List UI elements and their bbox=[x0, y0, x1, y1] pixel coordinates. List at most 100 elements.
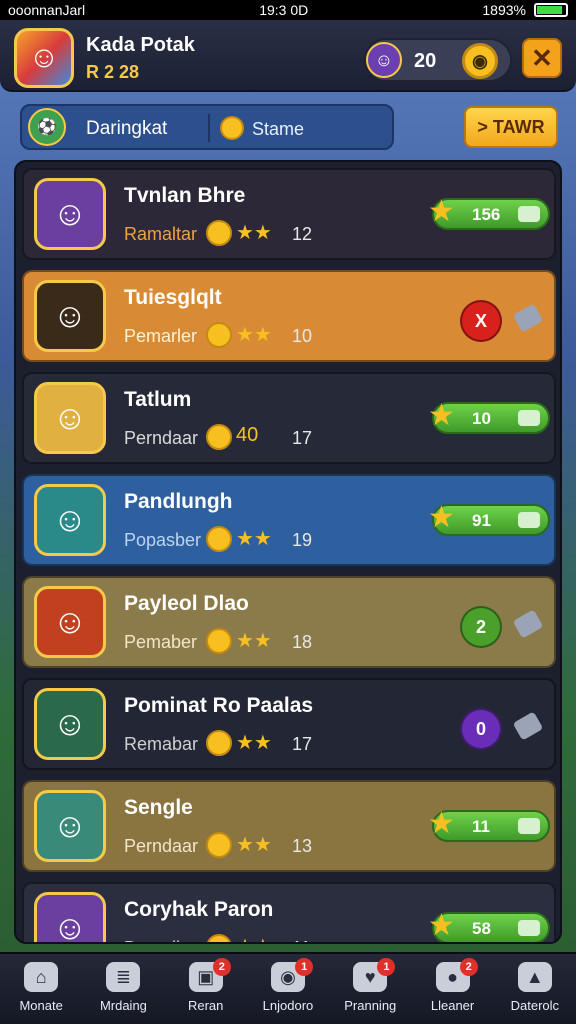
player-role: Pemarler bbox=[124, 326, 198, 346]
star-rating: ★★ bbox=[236, 324, 272, 346]
filter-bar[interactable]: ⚽ Daringkat Stame bbox=[20, 104, 394, 150]
coin-badge-icon bbox=[206, 424, 232, 450]
nav-item-daterolc[interactable]: ▲ Daterolc bbox=[494, 954, 576, 1024]
player-level: 17 bbox=[292, 734, 313, 754]
score-value: 156 bbox=[472, 205, 501, 224]
star-rating: ★★ bbox=[236, 732, 272, 754]
nav-label: Monate bbox=[19, 998, 63, 1013]
battery-fill bbox=[536, 6, 563, 14]
nav-label: Lleaner bbox=[430, 998, 475, 1013]
nav-item-mrdaing[interactable]: ≣ Mrdaing bbox=[82, 954, 164, 1024]
player-avatar: ☺ bbox=[34, 790, 106, 862]
nav-label: Pranning bbox=[344, 998, 397, 1013]
player-name: Tuiesglqlt bbox=[124, 286, 222, 309]
player-row[interactable]: ☺ Tvnlan Bhre Ramaltar ★★ 12 ★ 156 bbox=[22, 168, 556, 260]
star-icon: ★ bbox=[428, 909, 455, 942]
coin-badge-icon bbox=[206, 934, 232, 942]
player-name: Coryhak Paron bbox=[124, 898, 274, 921]
nav-item-lleaner[interactable]: ● Lleaner 2 bbox=[411, 954, 493, 1024]
nav-icon: ⌂ bbox=[24, 962, 59, 992]
player-row[interactable]: ☺ Sengle Perndaar ★★ 13 ★ 11 bbox=[22, 780, 556, 872]
player-role: Remabar bbox=[124, 734, 199, 754]
player-rank: R 2 28 bbox=[86, 62, 140, 82]
player-name: Payleol Dlao bbox=[124, 592, 249, 615]
coin-value: 20 bbox=[414, 50, 437, 72]
notification-badge: 1 bbox=[295, 958, 314, 976]
player-row[interactable]: ☺ Tuiesglqlt Pemarler ★★ 10 X bbox=[22, 270, 556, 362]
player-level: 12 bbox=[292, 224, 313, 244]
tag-icon[interactable] bbox=[512, 303, 544, 333]
player-avatar: ☺ bbox=[34, 484, 106, 556]
action-button[interactable]: > TAWR bbox=[464, 106, 558, 148]
player-level: 18 bbox=[292, 632, 313, 652]
notification-badge: 2 bbox=[459, 958, 478, 976]
tag-icon[interactable] bbox=[512, 711, 544, 741]
nav-icon: ▲ bbox=[517, 962, 552, 992]
player-level: 10 bbox=[292, 326, 313, 346]
player-row[interactable]: ☺ Pandlungh Popasber ★★ 19 ★ 91 bbox=[22, 474, 556, 566]
score-value: 58 bbox=[472, 919, 491, 938]
coin-badge-icon bbox=[206, 322, 232, 348]
score-pill[interactable]: ★ 91 bbox=[428, 501, 550, 536]
filter-label: Daringkat bbox=[86, 118, 168, 139]
player-row[interactable]: ☺ Coryhak Paron Decadber ★★ 11 ★ 58 bbox=[22, 882, 556, 942]
nav-item-lnjodoro[interactable]: ◉ Lnjodoro 1 bbox=[247, 954, 329, 1024]
score-pill[interactable]: ★ 156 bbox=[428, 195, 550, 230]
player-row[interactable]: ☺ Payleol Dlao Pemaber ★★ 18 2 bbox=[22, 576, 556, 668]
coin-badge-icon bbox=[206, 526, 232, 552]
star-rating: ★★ bbox=[236, 528, 272, 550]
star-rating: ★★ bbox=[236, 934, 272, 942]
score-pill[interactable]: ★ 10 bbox=[428, 399, 550, 434]
player-role: Decadber bbox=[124, 938, 202, 942]
player-name: Kada Potak bbox=[86, 34, 195, 56]
player-avatar: ☺ bbox=[34, 892, 106, 942]
coin-add-button[interactable]: ◉ bbox=[462, 43, 498, 79]
nav-item-reran[interactable]: ▣ Reran 2 bbox=[165, 954, 247, 1024]
team-icon: ⚽ bbox=[28, 108, 66, 146]
ticket-icon bbox=[518, 410, 540, 426]
player-avatar: ☺ bbox=[34, 382, 106, 454]
star-icon: ★ bbox=[428, 501, 455, 534]
notification-badge: 1 bbox=[377, 958, 396, 976]
player-avatar: ☺ bbox=[34, 586, 106, 658]
status-badge[interactable]: 2 bbox=[460, 606, 502, 648]
ticket-icon bbox=[518, 512, 540, 528]
player-list: ☺ Tvnlan Bhre Ramaltar ★★ 12 ★ 156 ☺ Tuiesglqlt P… bbox=[14, 160, 562, 944]
coin-counter: ☺ 20 ◉ bbox=[364, 38, 512, 82]
status-badge[interactable]: X bbox=[460, 300, 502, 342]
score-value: 10 bbox=[472, 409, 491, 428]
star-rating: ★★ bbox=[236, 834, 272, 856]
player-role: Perndaar bbox=[124, 836, 199, 856]
player-role: Perndaar bbox=[124, 428, 199, 448]
player-name: Pandlungh bbox=[124, 490, 233, 513]
tag-icon[interactable] bbox=[512, 609, 544, 639]
player-level: 13 bbox=[292, 836, 313, 856]
score-value: 11 bbox=[472, 817, 490, 836]
player-name: Tatlum bbox=[124, 388, 192, 411]
nav-icon: ≣ bbox=[106, 962, 141, 992]
close-button[interactable]: ✕ bbox=[522, 38, 562, 78]
profile-header: ☺ Kada Potak R 2 28 ☺ 20 ◉ ✕ bbox=[0, 20, 576, 92]
player-level: 19 bbox=[292, 530, 313, 550]
coin-badge-icon bbox=[206, 220, 232, 246]
ticket-icon bbox=[518, 818, 540, 834]
coin-badge-icon bbox=[206, 628, 232, 654]
player-name: Sengle bbox=[124, 796, 193, 819]
clock: 19:3 0D bbox=[259, 2, 309, 18]
player-role: Popasber bbox=[124, 530, 202, 550]
nav-item-monate[interactable]: ⌂ Monate bbox=[0, 954, 82, 1024]
filter-label-secondary: Stame bbox=[252, 119, 305, 139]
nav-label: Lnjodoro bbox=[262, 998, 314, 1013]
score-pill[interactable]: ★ 11 bbox=[428, 807, 550, 842]
coin-badge-icon bbox=[206, 832, 232, 858]
player-avatar[interactable]: ☺ bbox=[14, 28, 74, 88]
battery-percent: 1893% bbox=[482, 2, 526, 18]
status-badge[interactable]: 0 bbox=[460, 708, 502, 750]
nav-label: Reran bbox=[187, 998, 224, 1013]
score-pill[interactable]: ★ 58 bbox=[428, 909, 550, 942]
nav-item-pranning[interactable]: ♥ Pranning 1 bbox=[329, 954, 411, 1024]
player-row[interactable]: ☺ Tatlum Perndaar 40 17 ★ 10 bbox=[22, 372, 556, 464]
player-avatar: ☺ bbox=[34, 688, 106, 760]
player-row[interactable]: ☺ Pominat Ro Paalas Remabar ★★ 17 0 bbox=[22, 678, 556, 770]
player-avatar: ☺ bbox=[34, 280, 106, 352]
